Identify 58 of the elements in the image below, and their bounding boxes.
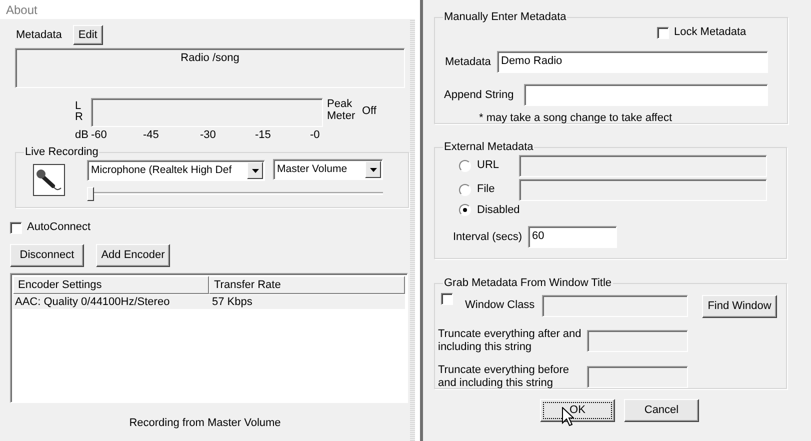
group-title: Grab Metadata From Window Title: [443, 277, 613, 290]
edit-button[interactable]: Edit: [72, 25, 103, 45]
status-text: Recording from Master Volume: [128, 417, 282, 430]
append-string-field[interactable]: [524, 84, 768, 106]
action-button[interactable]: Add Encoder: [96, 244, 170, 267]
radio-button[interactable]: [459, 204, 471, 216]
mixer-dropdown[interactable]: Master Volume: [273, 159, 383, 180]
table-cell-text: 57 Kbps: [211, 295, 254, 309]
window-title-checkbox[interactable]: [441, 293, 453, 305]
scale-label: -30: [200, 129, 217, 142]
scale-unit: dB: [75, 129, 90, 142]
field-label: Truncate everything after and including this string: [438, 328, 582, 354]
action-button[interactable]: Disconnect: [10, 244, 84, 267]
radio-label: URL: [477, 159, 500, 172]
interval-field[interactable]: 60: [528, 226, 617, 248]
autoconnect-checkbox[interactable]: [10, 222, 22, 234]
metadata-display: Radio /song: [15, 48, 405, 88]
checkbox-label: AutoConnect: [27, 221, 91, 234]
dropdown-value: Microphone (Realtek High Def: [91, 164, 232, 177]
channel-label: R: [75, 112, 84, 123]
radio-label: File: [477, 183, 496, 196]
field-label: Append String: [444, 88, 515, 102]
device-dropdown[interactable]: Microphone (Realtek High Def: [87, 160, 265, 181]
metadata-field[interactable]: Demo Radio: [497, 51, 768, 73]
scale-label: -0: [310, 129, 321, 142]
field-label: Metadata: [445, 56, 492, 68]
peak-meter-label: Peak Meter: [327, 98, 356, 124]
peak-meter-state: Off: [362, 104, 376, 119]
group-title: Live Recording: [24, 146, 100, 159]
note-text: * may take a song change to take affect: [479, 112, 674, 125]
column-header[interactable]: Transfer Rate: [209, 276, 405, 294]
scale-label: -45: [143, 129, 160, 142]
dropdown-value: Master Volume: [277, 163, 348, 176]
scale-label: -60: [91, 129, 108, 142]
column-header[interactable]: Encoder Settings: [13, 276, 209, 294]
group-title: Manually Enter Metadata: [443, 11, 568, 24]
volume-slider[interactable]: [87, 187, 383, 201]
field-label: Truncate everything before and including this string: [438, 364, 570, 390]
field-label: Interval (secs): [453, 230, 524, 244]
encoder-list[interactable]: Encoder Settings Transfer Rate AAC: Quality 0/44100Hz/Stereo 57 Kbps: [10, 273, 408, 403]
lock-checkbox[interactable]: [657, 26, 669, 38]
caret-icon: [252, 168, 258, 172]
radio-button[interactable]: [459, 184, 471, 196]
field-label: Window Class: [465, 299, 536, 313]
table-cell-text: AAC: Quality 0/44100Hz/Stereo: [14, 295, 171, 309]
find-window-button[interactable]: Find Window: [702, 295, 777, 318]
group-title: External Metadata: [443, 141, 534, 154]
caret-icon: [370, 168, 376, 172]
radio-button[interactable]: [459, 160, 471, 172]
checkbox-label: Lock Metadata: [674, 26, 746, 39]
scale-label: -15: [255, 129, 272, 142]
metadata-label: Metadata: [16, 28, 62, 42]
microphone-icon: [33, 164, 65, 196]
window-title: About: [0, 0, 415, 19]
slider-thumb[interactable]: [87, 187, 94, 201]
channel-label: L: [75, 101, 82, 112]
radio-label: Disabled: [477, 204, 519, 216]
dialog-button[interactable]: Cancel: [624, 399, 699, 422]
